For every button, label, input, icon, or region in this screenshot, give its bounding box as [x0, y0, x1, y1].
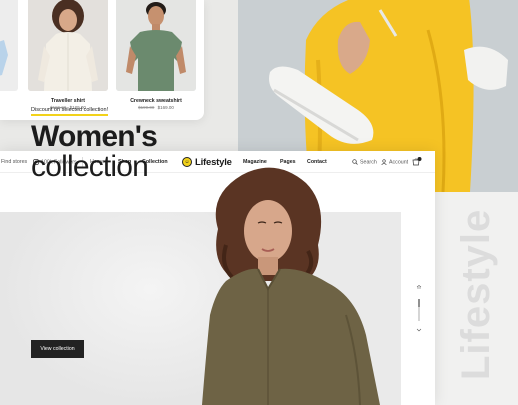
cart-button[interactable]	[412, 157, 422, 168]
product-card-crewneck-sweatshirt[interactable]: Crewneck sweatshirt $199.00 $169.00	[116, 0, 196, 110]
discount-label: Discount on selected collection!	[31, 107, 109, 113]
product-image[interactable]	[0, 0, 18, 91]
hero-headline-bold: Women's	[31, 120, 158, 153]
logo-mark-icon: ☺	[182, 157, 192, 167]
find-stores-link[interactable]: Find stores	[1, 159, 27, 165]
product-image[interactable]	[28, 0, 108, 91]
product-card-partial[interactable]	[0, 0, 18, 91]
product-carousel-card: Traveller shirt $199.00 $129.00 Crewneck…	[0, 0, 204, 120]
view-collection-button[interactable]: View collection	[31, 340, 84, 358]
product-card-traveller-shirt[interactable]: Traveller shirt $199.00 $129.00	[28, 0, 108, 110]
bag-icon	[412, 157, 422, 166]
product-old-price: $199.00	[138, 105, 155, 110]
product-image[interactable]	[116, 0, 196, 91]
product-price: $199.00 $169.00	[116, 105, 196, 110]
hero-headline-light: collection	[31, 150, 149, 183]
product-name[interactable]: Crewneck sweatshirt	[116, 98, 196, 104]
product-name[interactable]: Traveller shirt	[28, 98, 108, 104]
watermark-text: Lifestyle	[454, 208, 498, 380]
discount-underline	[31, 114, 108, 116]
product-sale-price: $169.00	[157, 105, 174, 110]
hero-slider-control[interactable]	[415, 285, 423, 335]
hero-model-photo	[196, 165, 406, 405]
